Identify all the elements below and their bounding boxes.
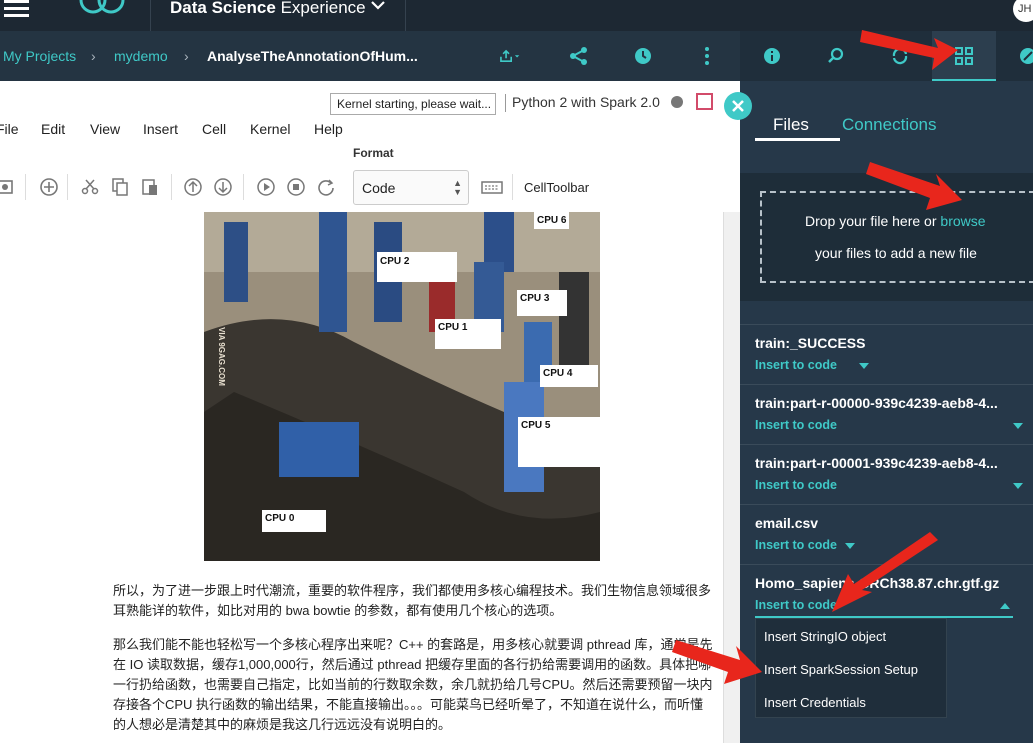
- red-arrow: [860, 30, 958, 70]
- red-arrow: [866, 162, 962, 210]
- annotation-arrows: [672, 30, 962, 684]
- red-arrow: [672, 640, 762, 684]
- red-arrow: [832, 532, 938, 612]
